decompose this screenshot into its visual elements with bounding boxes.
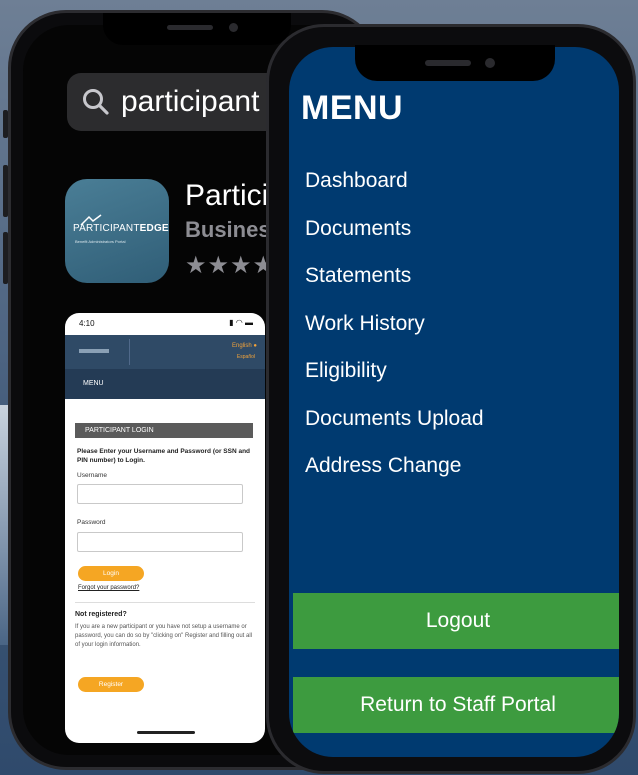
menu-item-address-change[interactable]: Address Change xyxy=(305,454,484,502)
speaker-grille xyxy=(167,25,213,30)
language-selector[interactable]: English ● xyxy=(232,343,257,349)
front-phone-notch xyxy=(355,45,555,81)
app-logo-subtitle: Benefit Administrators Portal xyxy=(75,239,126,244)
search-query[interactable]: participant e xyxy=(121,85,284,119)
login-screenshot: 4:10 ▮ ◠ ▬ English ● Español MENU PARTIC… xyxy=(65,313,265,743)
mini-menu-label: MENU xyxy=(83,380,104,387)
not-registered-heading: Not registered? xyxy=(75,611,127,618)
menu-item-eligibility[interactable]: Eligibility xyxy=(305,359,484,407)
language-alt[interactable]: Español xyxy=(237,354,255,360)
status-time: 4:10 xyxy=(79,319,95,328)
menu-item-work-history[interactable]: Work History xyxy=(305,312,484,360)
back-phone-notch xyxy=(103,13,291,45)
login-button[interactable]: Login xyxy=(78,566,144,581)
menu-screen: MENU Dashboard Documents Statements Work… xyxy=(289,47,619,757)
app-icon[interactable]: PARTICIPANTEDGE Benefit Administrators P… xyxy=(65,179,169,283)
status-bar: 4:10 ▮ ◠ ▬ xyxy=(65,313,265,333)
register-instructions: If you are a new participant or you have… xyxy=(75,624,253,648)
menu-title: MENU xyxy=(301,89,404,127)
front-phone: MENU Dashboard Documents Statements Work… xyxy=(266,24,636,774)
mini-header-divider xyxy=(129,339,130,365)
forgot-password-link[interactable]: Forgot your password? xyxy=(78,585,139,591)
app-logo-text: PARTICIPANTEDGE xyxy=(73,223,169,234)
register-button[interactable]: Register xyxy=(78,677,144,692)
mute-switch xyxy=(3,110,8,138)
logout-button[interactable]: Logout xyxy=(293,593,619,649)
home-indicator xyxy=(137,731,195,734)
volume-up-button xyxy=(3,165,8,217)
menu-item-documents[interactable]: Documents xyxy=(305,217,484,265)
return-to-staff-portal-button[interactable]: Return to Staff Portal xyxy=(293,677,619,733)
username-field[interactable] xyxy=(77,484,243,504)
camera-icon xyxy=(229,23,238,32)
login-header: PARTICIPANT LOGIN xyxy=(75,423,253,438)
password-field[interactable] xyxy=(77,532,243,552)
search-icon xyxy=(83,89,109,115)
speaker-grille xyxy=(425,60,471,66)
mini-logo xyxy=(79,349,109,353)
menu-item-documents-upload[interactable]: Documents Upload xyxy=(305,407,484,455)
menu-list: Dashboard Documents Statements Work Hist… xyxy=(305,169,484,502)
password-label: Password xyxy=(77,519,106,526)
mini-menu-bar[interactable]: MENU xyxy=(65,369,265,399)
divider xyxy=(75,602,255,603)
mini-header: English ● Español xyxy=(65,335,265,369)
menu-item-dashboard[interactable]: Dashboard xyxy=(305,169,484,217)
status-icons: ▮ ◠ ▬ xyxy=(229,318,253,327)
login-instructions: Please Enter your Username and Password … xyxy=(77,448,251,464)
username-label: Username xyxy=(77,472,107,479)
menu-item-statements[interactable]: Statements xyxy=(305,264,484,312)
app-rating-stars: ★★★★ xyxy=(185,252,276,279)
camera-icon xyxy=(485,58,495,68)
volume-down-button xyxy=(3,232,8,284)
